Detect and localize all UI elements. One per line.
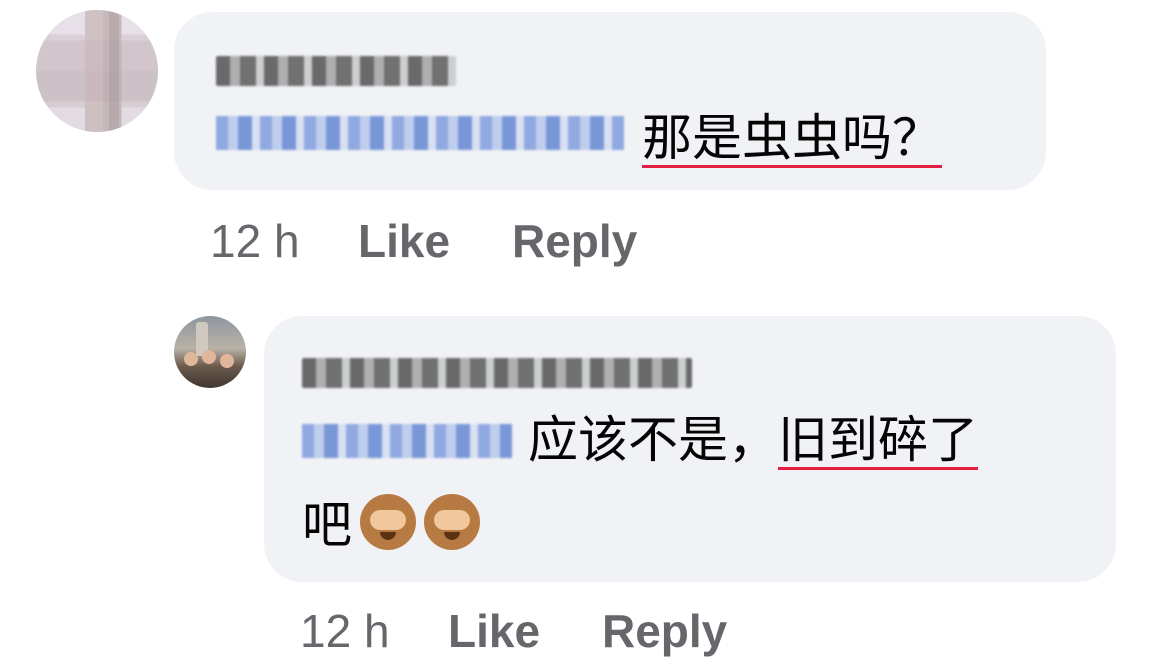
avatar-photo-face (184, 352, 198, 366)
reply-text-line-2: 吧 (302, 494, 480, 553)
reply-text: 应该不是，旧到碎了 (528, 412, 978, 468)
reply-text-underlined: 旧到碎了 (778, 411, 978, 469)
comment-bubble: 那是虫虫吗？ (174, 12, 1046, 190)
reply-mention-redacted[interactable] (302, 424, 512, 458)
avatar-photo-face (202, 350, 216, 364)
comment-text: 那是虫虫吗？ (642, 109, 942, 167)
like-button[interactable]: Like (358, 214, 450, 268)
comment-timestamp[interactable]: 12 h (210, 214, 300, 268)
commenter-name-redacted[interactable] (216, 56, 456, 86)
see-no-evil-monkey-icon (424, 494, 480, 550)
comments-thread: 那是虫虫吗？ 12 h Like Reply 应该不是，旧到碎了 吧 12 h … (0, 0, 1170, 671)
reply-reply-button[interactable]: Reply (602, 604, 727, 658)
avatar-pixelation (36, 10, 158, 132)
reply-commenter-avatar[interactable] (174, 316, 246, 388)
reply-text-last-char: 吧 (302, 496, 352, 554)
commenter-avatar[interactable] (36, 10, 158, 132)
reply-commenter-name-redacted[interactable] (302, 358, 692, 388)
see-no-evil-monkey-icon (360, 494, 416, 550)
reply-like-button[interactable]: Like (448, 604, 540, 658)
reply-bubble: 应该不是，旧到碎了 吧 (264, 316, 1116, 582)
mention-redacted[interactable] (216, 116, 624, 150)
avatar-photo-face (220, 354, 234, 368)
reply-button[interactable]: Reply (512, 214, 637, 268)
reply-timestamp[interactable]: 12 h (300, 604, 390, 658)
reply-text-part-1: 应该不是， (528, 411, 778, 469)
